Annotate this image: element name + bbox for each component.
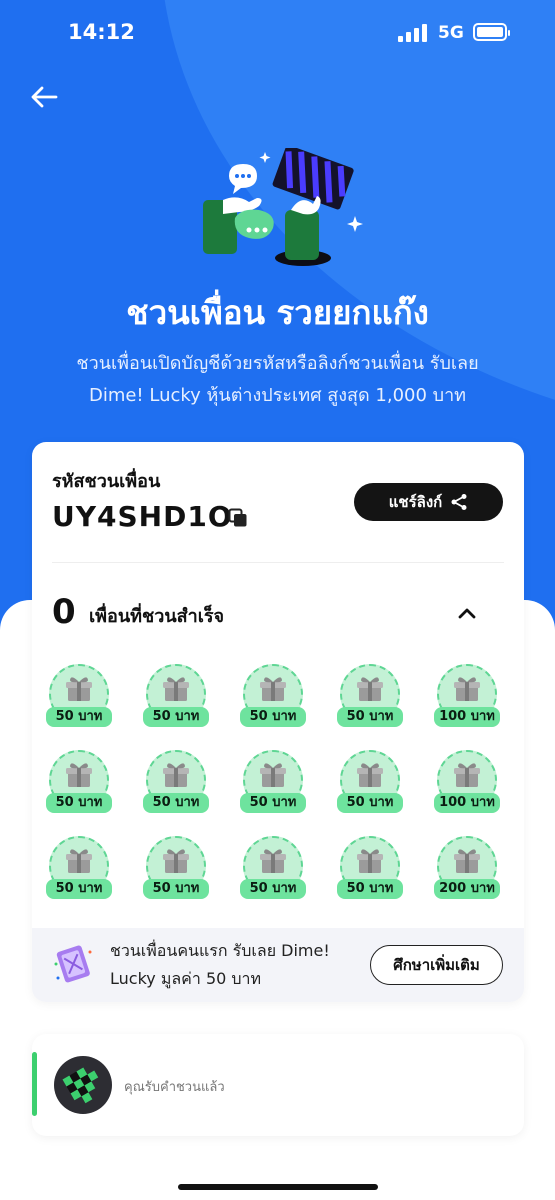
reward-badge: 50 บาท	[240, 664, 306, 732]
gift-icon	[66, 763, 92, 787]
gift-icon	[66, 677, 92, 701]
referral-code-label: รหัสชวนเพื่อน	[52, 471, 161, 492]
reward-badge: 50 บาท	[143, 836, 209, 904]
home-indicator[interactable]	[178, 1184, 378, 1190]
signal-icon	[398, 24, 428, 42]
reward-badge: 50 บาท	[46, 664, 112, 732]
reward-amount: 50 บาท	[46, 707, 112, 727]
share-link-label: แชร์ลิงก์	[388, 493, 443, 511]
reward-grid: 50 บาท 50 บาท 50 บาท 50 บาท 100 บาท 50 บาท 50 …	[46, 664, 516, 920]
hero-subtitle-line: ชวนเพื่อนเปิดบัญชีด้วยรหัสหรือลิงก์ชวนเพ…	[76, 353, 479, 374]
status-bar: 14:12 5G	[0, 0, 555, 66]
status-time: 14:12	[68, 20, 135, 44]
accepted-invite-label: คุณรับคำชวนแล้ว	[124, 1080, 225, 1095]
gift-icon	[454, 677, 480, 701]
gift-icon	[454, 849, 480, 873]
reward-badge: 50 บาท	[240, 750, 306, 818]
gift-icon	[454, 763, 480, 787]
first-invite-info: ชวนเพื่อนคนแรก รับเลย Dime! Lucky มูลค่า…	[32, 928, 524, 1002]
gift-icon	[163, 677, 189, 701]
learn-more-button[interactable]: ศึกษาเพิ่มเติม	[370, 945, 503, 985]
checker-avatar-icon	[62, 1067, 99, 1104]
accent-bar	[32, 1052, 37, 1116]
gift-icon	[260, 763, 286, 787]
gift-icon	[66, 849, 92, 873]
reward-badge: 50 บาท	[46, 750, 112, 818]
reward-amount: 50 บาท	[143, 793, 209, 813]
invited-count: 0	[52, 592, 76, 632]
battery-icon	[473, 23, 510, 41]
invited-count-label: เพื่อนที่ชวนสำเร็จ	[89, 606, 225, 627]
gift-icon	[357, 763, 383, 787]
share-link-button[interactable]: แชร์ลิงก์	[354, 483, 503, 521]
gift-icon	[163, 763, 189, 787]
reward-amount: 50 บาท	[46, 879, 112, 899]
reward-amount: 50 บาท	[337, 879, 403, 899]
reward-badge: 50 บาท	[337, 836, 403, 904]
chevron-up-icon[interactable]	[456, 602, 478, 624]
reward-badge: 50 บาท	[143, 664, 209, 732]
reward-amount: 50 บาท	[240, 793, 306, 813]
reward-amount: 50 บาท	[46, 793, 112, 813]
share-icon	[451, 494, 467, 510]
reward-amount: 50 บาท	[337, 793, 403, 813]
reward-amount: 50 บาท	[337, 707, 403, 727]
reward-badge: 200 บาท	[434, 836, 500, 904]
network-type: 5G	[438, 23, 464, 43]
reward-badge: 50 บาท	[337, 750, 403, 818]
first-invite-text: ชวนเพื่อนคนแรก รับเลย Dime! Lucky มูลค่า…	[110, 937, 360, 993]
first-invite-line: Lucky มูลค่า 50 บาท	[110, 969, 262, 988]
hero-subtitle: ชวนเพื่อนเปิดบัญชีด้วยรหัสหรือลิงก์ชวนเพ…	[30, 348, 525, 412]
divider	[52, 562, 504, 563]
invite-illustration	[203, 148, 363, 266]
gift-icon	[357, 849, 383, 873]
first-invite-line: ชวนเพื่อนคนแรก รับเลย Dime!	[110, 941, 330, 960]
hero-title: ชวนเพื่อน รวยยกแก๊ง	[126, 293, 429, 332]
reward-badge: 50 บาท	[240, 836, 306, 904]
reward-amount: 100 บาท	[434, 707, 500, 727]
accepted-invite-card[interactable]: คุณรับคำชวนแล้ว	[32, 1034, 524, 1136]
gift-icon	[163, 849, 189, 873]
reward-amount: 200 บาท	[434, 879, 500, 899]
back-arrow-icon[interactable]	[28, 82, 60, 112]
reward-badge: 100 บาท	[434, 664, 500, 732]
referral-card: รหัสชวนเพื่อน UY4SHD1O แชร์ลิงก์ 0 เพื่อ…	[32, 442, 524, 1002]
avatar	[54, 1056, 112, 1114]
reward-badge: 50 บาท	[46, 836, 112, 904]
reward-amount: 50 บาท	[143, 879, 209, 899]
reward-badge: 100 บาท	[434, 750, 500, 818]
copy-icon[interactable]	[228, 508, 248, 528]
reward-badge: 50 บาท	[337, 664, 403, 732]
gift-icon	[357, 677, 383, 701]
hero-subtitle-line: Dime! Lucky หุ้นต่างประเทศ สูงสุด 1,000 …	[88, 385, 467, 406]
lucky-ticket-icon	[54, 945, 92, 983]
reward-amount: 50 บาท	[240, 879, 306, 899]
gift-icon	[260, 677, 286, 701]
reward-badge: 50 บาท	[143, 750, 209, 818]
referral-code: UY4SHD1O	[52, 500, 233, 533]
gift-icon	[260, 849, 286, 873]
reward-amount: 50 บาท	[240, 707, 306, 727]
reward-amount: 50 บาท	[143, 707, 209, 727]
reward-amount: 100 บาท	[434, 793, 500, 813]
